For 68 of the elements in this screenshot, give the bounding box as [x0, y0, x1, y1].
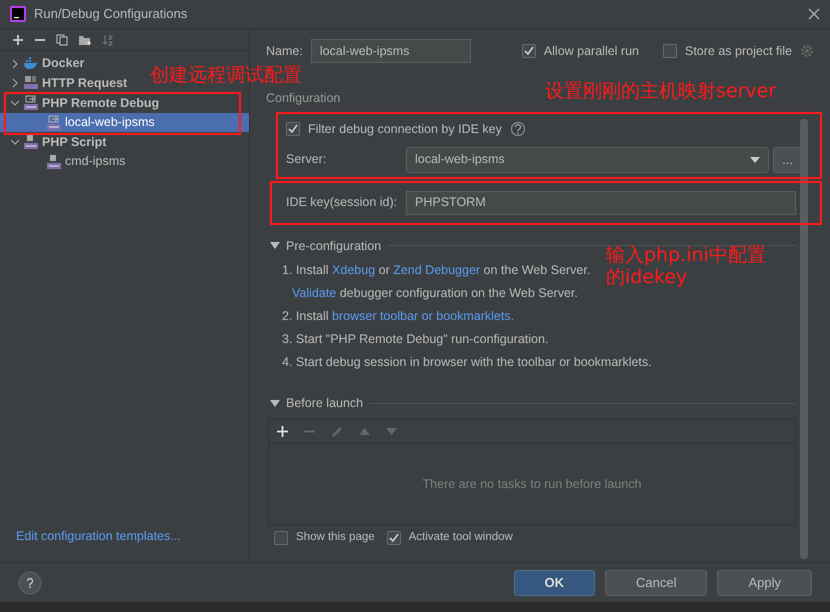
php-remote-icon [46, 114, 62, 131]
folder-icon[interactable] [78, 34, 92, 46]
dialog-button[interactable]: OK [514, 570, 595, 596]
checkbox[interactable] [663, 44, 677, 58]
php-file-icon [46, 154, 62, 170]
tree-item[interactable]: Docker [0, 54, 84, 74]
annotation-text: 输入php.ini中配置 的idekey [606, 244, 766, 288]
annotation-text: 设置刚刚的主机映射server [545, 80, 776, 102]
dropdown-arrow-icon [750, 156, 760, 162]
tree-item[interactable]: PHP Remote Debug [0, 93, 160, 113]
name-label: Name: [266, 42, 303, 60]
tree-item[interactable]: PHP Script [0, 132, 106, 152]
php-file-icon [23, 134, 39, 150]
app-logo-icon [10, 6, 26, 22]
link[interactable]: Zend Debugger [393, 263, 480, 278]
step-text: 2. Install browser toolbar or bookmarklets. [282, 309, 514, 324]
close-icon[interactable] [808, 8, 820, 20]
link[interactable]: Validate [292, 286, 336, 300]
annotation-text: 创建远程调试配置 [150, 64, 302, 86]
link[interactable]: browser toolbar or bookmarklets. [332, 309, 514, 324]
settings-icon [800, 44, 814, 58]
checkbox-label: Allow parallel run [544, 42, 639, 60]
tree-item[interactable]: HTTP Request [0, 74, 128, 94]
empty-message: There are no tasks to run before launch [422, 476, 642, 493]
step-text: 4. Start debug session in browser with the toolbar or bookmarklets. [282, 355, 652, 370]
link[interactable]: Xdebug [332, 263, 376, 278]
dialog-button[interactable]: Apply [717, 570, 812, 596]
checkbox-label: Show this page [296, 530, 375, 545]
field-label: Server: [286, 151, 328, 168]
checkbox[interactable] [274, 530, 288, 545]
sort-icon[interactable] [102, 34, 114, 46]
ide-key-field[interactable]: PHPSTORM [406, 190, 796, 214]
checkbox[interactable] [286, 122, 300, 136]
add-icon[interactable] [12, 34, 24, 46]
step-text: 3. Start "PHP Remote Debug" run-configuration. [282, 332, 548, 346]
help-icon[interactable] [510, 121, 526, 138]
checkbox-label: Filter debug connection by IDE key [308, 120, 502, 138]
http-file-icon [23, 75, 39, 92]
scrollbar[interactable] [800, 119, 808, 559]
copy-icon[interactable] [56, 34, 68, 46]
whale-icon [23, 56, 39, 72]
help-icon[interactable] [18, 570, 42, 594]
chevron-down-icon[interactable] [10, 98, 20, 108]
checkbox-label: Store as project file [685, 42, 792, 60]
checkbox[interactable] [522, 44, 536, 58]
name-field[interactable]: local-web-ipsms [310, 39, 471, 63]
section-title: Before launch [286, 395, 364, 412]
tree-item[interactable]: cmd-ipsms [0, 152, 126, 172]
add-icon[interactable] [277, 426, 288, 437]
browse-button[interactable]: ... [773, 146, 802, 172]
section-title: Configuration [266, 91, 340, 105]
chevron-down-icon[interactable] [10, 137, 20, 148]
section-title: Pre-configuration [286, 238, 382, 255]
checkbox[interactable] [386, 530, 401, 545]
dialog-button[interactable]: Cancel [605, 570, 708, 596]
php-remote-icon [23, 94, 39, 111]
field-label: IDE key(session id): [286, 194, 398, 212]
checkbox-label: Activate tool window [408, 530, 513, 545]
chevron-right-icon[interactable] [10, 58, 20, 69]
triangle-down-icon[interactable] [270, 242, 280, 250]
window-title: Run/Debug Configurations [34, 5, 188, 24]
step-text: 1. Install Xdebug or Zend Debugger on the Web Server. [282, 263, 590, 278]
triangle-down-icon[interactable] [270, 400, 280, 408]
chevron-right-icon[interactable] [10, 78, 20, 88]
tree-item[interactable]: local-web-ipsms [0, 112, 249, 132]
step-text: Validate debugger configuration on the Web Server. [292, 286, 578, 300]
edit-templates-link[interactable]: Edit configuration templates... [16, 529, 181, 544]
server-dropdown[interactable]: local-web-ipsms [406, 146, 770, 172]
